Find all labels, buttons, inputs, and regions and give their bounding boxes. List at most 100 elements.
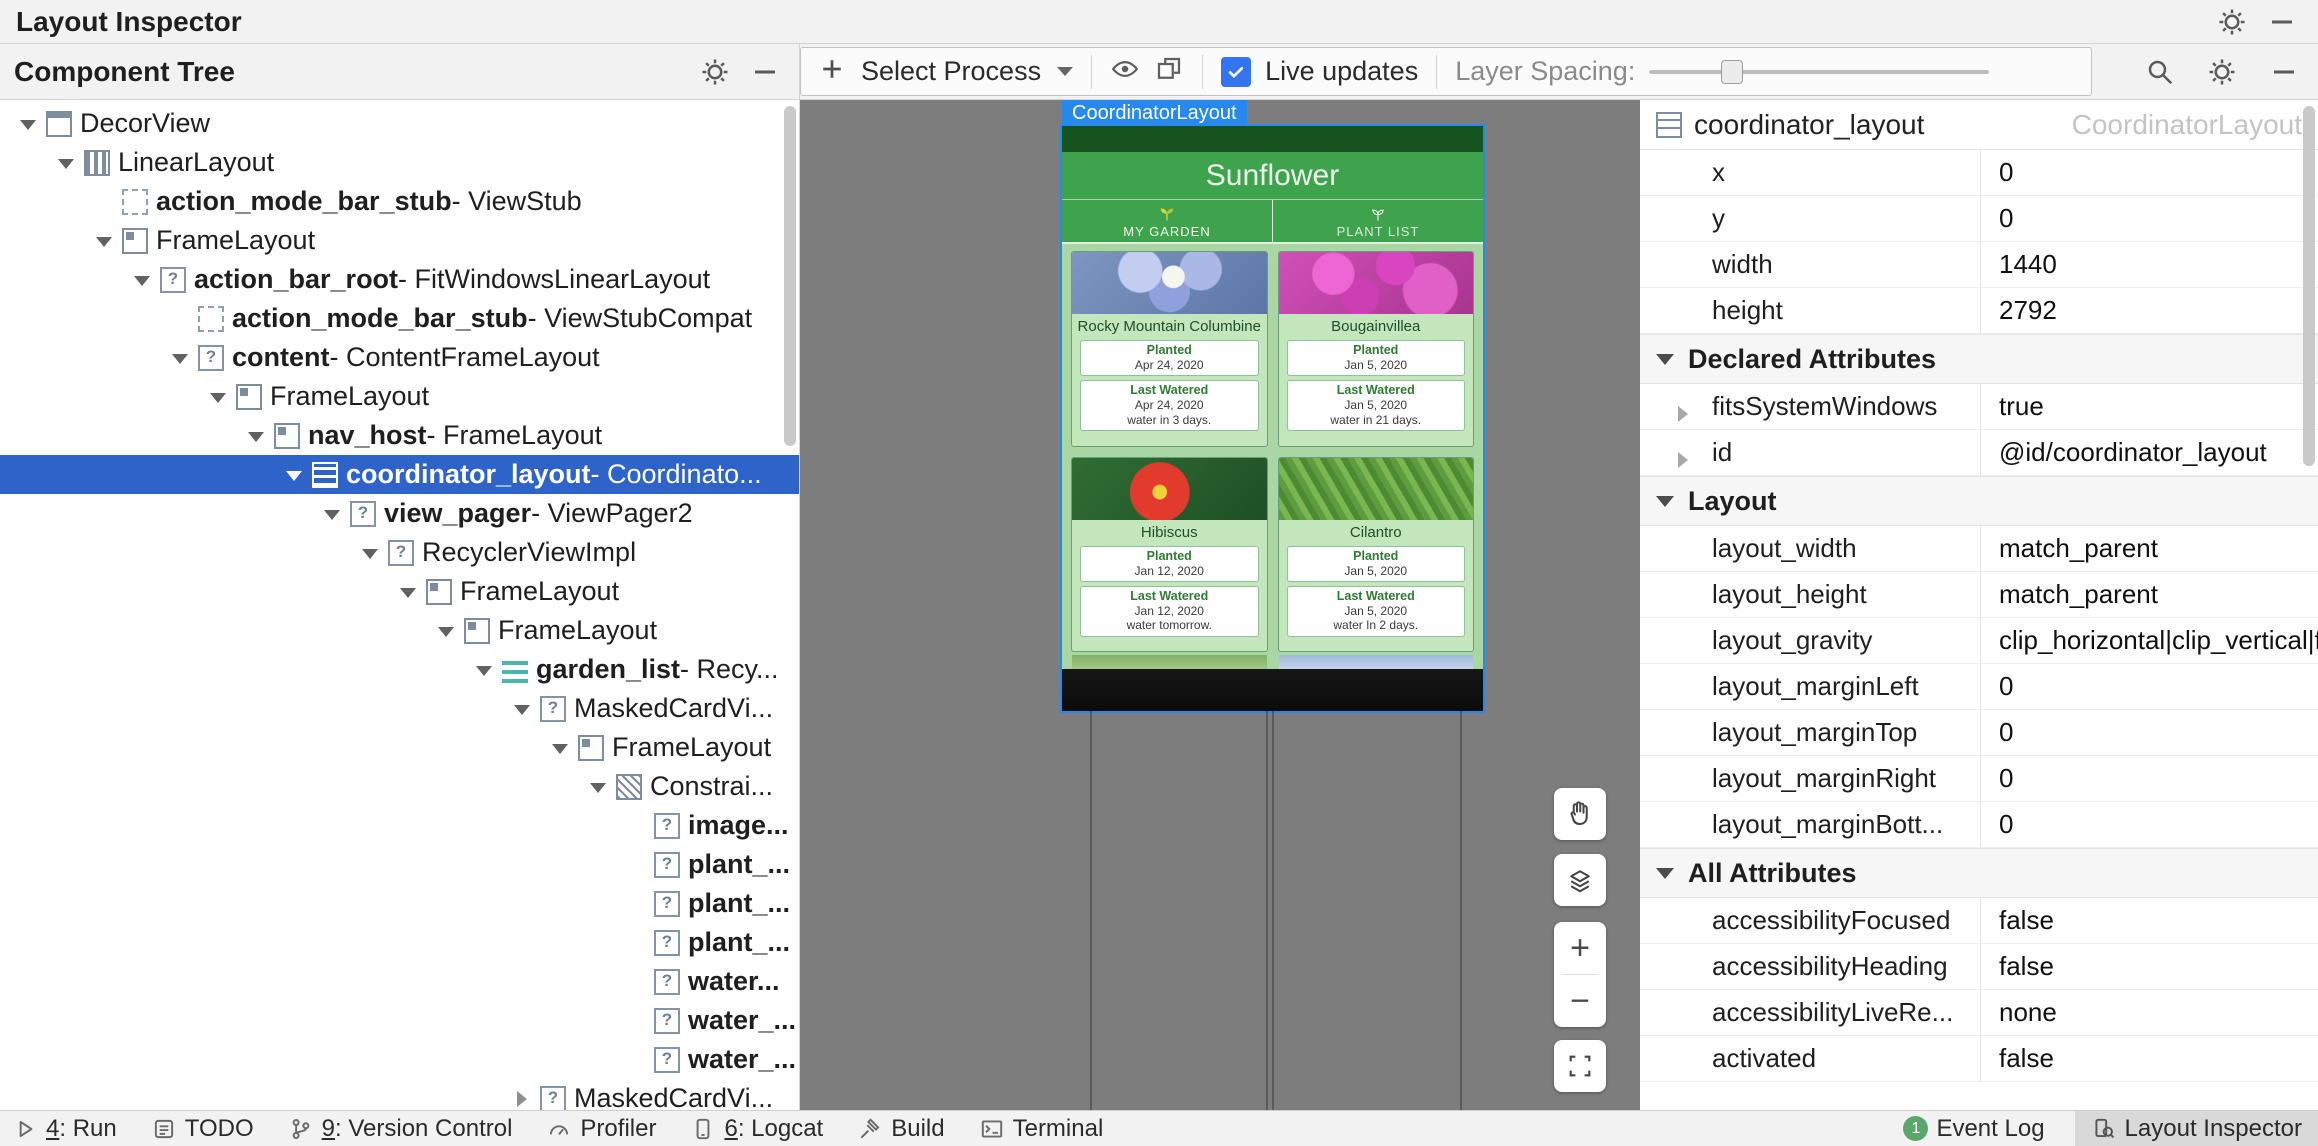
attribute-value[interactable]: false	[1980, 1036, 2318, 1081]
zoom-in-button[interactable]: +	[1554, 922, 1606, 974]
tree-node[interactable]: coordinator_layout - Coordinato...	[0, 455, 799, 494]
hide-window-icon[interactable]	[2262, 3, 2302, 41]
load-overlay-icon[interactable]	[1154, 54, 1184, 89]
attributes-section-header[interactable]: All Attributes	[1640, 848, 2318, 898]
section-collapse-arrow[interactable]	[1656, 354, 1674, 365]
settings-gear-icon[interactable]	[2212, 3, 2252, 41]
tree-node[interactable]: plant_...	[0, 884, 799, 923]
zoom-out-button[interactable]: −	[1554, 975, 1606, 1027]
tree-node[interactable]: water_...	[0, 1040, 799, 1079]
tree-expand-arrow[interactable]	[240, 417, 274, 455]
tree-expand-arrow[interactable]	[12, 105, 46, 143]
tree-expand-arrow[interactable]	[620, 885, 654, 923]
search-icon[interactable]	[2140, 53, 2180, 91]
tree-node[interactable]: image...	[0, 806, 799, 845]
tree-expand-arrow[interactable]	[164, 339, 198, 377]
tree-node[interactable]: RecyclerViewImpl	[0, 533, 799, 572]
tree-node[interactable]: plant_...	[0, 923, 799, 962]
attribute-value[interactable]: match_parent	[1980, 526, 2318, 571]
tree-node[interactable]: action_mode_bar_stub - ViewStubCompat	[0, 299, 799, 338]
tree-node[interactable]: water_...	[0, 1001, 799, 1040]
attribute-value[interactable]: @id/coordinator_layout	[1980, 430, 2318, 475]
attribute-value[interactable]: 0	[1980, 710, 2318, 755]
statusbar-profiler[interactable]: Profiler	[546, 1111, 656, 1146]
tree-node[interactable]: DecorView	[0, 104, 799, 143]
view-options-eye-icon[interactable]	[1110, 54, 1140, 89]
tree-scrollbar[interactable]	[784, 106, 796, 446]
live-updates-checkbox[interactable]	[1221, 57, 1251, 87]
tree-node[interactable]: plant_...	[0, 845, 799, 884]
attribute-value[interactable]: 0	[1980, 150, 2318, 195]
tree-settings-gear-icon[interactable]	[695, 53, 735, 91]
tree-expand-arrow[interactable]	[620, 846, 654, 884]
tree-expand-arrow[interactable]	[620, 1041, 654, 1079]
tree-hide-icon[interactable]	[745, 53, 785, 91]
tree-expand-arrow[interactable]	[506, 1080, 540, 1111]
statusbar-layout-inspector[interactable]: Layout Inspector	[2075, 1111, 2318, 1146]
tree-expand-arrow[interactable]	[430, 612, 464, 650]
attribute-value[interactable]: 0	[1980, 802, 2318, 847]
properties-hide-icon[interactable]	[2264, 53, 2304, 91]
tree-node[interactable]: FrameLayout	[0, 221, 799, 260]
layer-mode-button[interactable]	[1554, 854, 1606, 906]
attribute-value[interactable]: false	[1980, 898, 2318, 943]
device-screenshot[interactable]: Sunflower MY GARDEN PLANT LIST Rocky Mou…	[1062, 126, 1483, 711]
tree-node[interactable]: action_mode_bar_stub - ViewStub	[0, 182, 799, 221]
section-collapse-arrow[interactable]	[1656, 496, 1674, 507]
tree-node[interactable]: Constrai...	[0, 767, 799, 806]
statusbar-terminal[interactable]: Terminal	[979, 1111, 1104, 1146]
tree-expand-arrow[interactable]	[620, 963, 654, 1001]
tree-node[interactable]: MaskedCardVi...	[0, 1079, 799, 1110]
tree-node[interactable]: action_bar_root - FitWindowsLinearLayout	[0, 260, 799, 299]
tree-node[interactable]: FrameLayout	[0, 377, 799, 416]
tree-expand-arrow[interactable]	[392, 573, 426, 611]
tree-expand-arrow[interactable]	[620, 807, 654, 845]
tree-expand-arrow[interactable]	[126, 261, 160, 299]
device-view-panel[interactable]: CoordinatorLayout Sunflower MY GARDEN PL…	[800, 100, 1640, 1110]
tree-node[interactable]: nav_host - FrameLayout	[0, 416, 799, 455]
chevron-down-icon[interactable]	[1057, 67, 1073, 76]
pan-button[interactable]	[1554, 788, 1606, 840]
statusbar-run[interactable]: 4: Run	[12, 1111, 117, 1146]
tree-node[interactable]: garden_list - Recy...	[0, 650, 799, 689]
attribute-value[interactable]: match_parent	[1980, 572, 2318, 617]
tree-expand-arrow[interactable]	[278, 456, 312, 494]
statusbar-build[interactable]: Build	[857, 1111, 944, 1146]
tree-node[interactable]: content - ContentFrameLayout	[0, 338, 799, 377]
attribute-value[interactable]: 0	[1980, 756, 2318, 801]
tree-expand-arrow[interactable]	[620, 924, 654, 962]
tree-expand-arrow[interactable]	[50, 144, 84, 182]
tree-expand-arrow[interactable]	[506, 690, 540, 728]
select-process-dropdown[interactable]: Select Process	[861, 56, 1041, 87]
zoom-fit-button[interactable]	[1554, 1040, 1606, 1092]
statusbar-event-log[interactable]: 1 Event Log	[1903, 1111, 2044, 1146]
tree-node[interactable]: view_pager - ViewPager2	[0, 494, 799, 533]
tree-node[interactable]: FrameLayout	[0, 611, 799, 650]
properties-gear-icon[interactable]	[2202, 53, 2242, 91]
tree-expand-arrow[interactable]	[164, 300, 198, 338]
tree-expand-arrow[interactable]	[468, 651, 502, 689]
tree-expand-arrow[interactable]	[316, 495, 350, 533]
statusbar-logcat[interactable]: 6: Logcat	[690, 1111, 823, 1146]
tree-node[interactable]: LinearLayout	[0, 143, 799, 182]
attributes-section-header[interactable]: Layout	[1640, 476, 2318, 526]
tree-expand-arrow[interactable]	[88, 222, 122, 260]
layer-spacing-thumb[interactable]	[1721, 60, 1743, 84]
tree-expand-arrow[interactable]	[620, 1002, 654, 1040]
statusbar-todo[interactable]: TODO	[151, 1111, 254, 1146]
tree-expand-arrow[interactable]	[88, 183, 122, 221]
tree-expand-arrow[interactable]	[544, 729, 578, 767]
tree-expand-arrow[interactable]	[354, 534, 388, 572]
properties-scrollbar[interactable]	[2303, 106, 2315, 466]
attribute-value[interactable]: 2792	[1980, 288, 2318, 333]
attribute-value[interactable]: 0	[1980, 196, 2318, 241]
attribute-value[interactable]: 1440	[1980, 242, 2318, 287]
attribute-value[interactable]: true	[1980, 384, 2318, 429]
tree-expand-arrow[interactable]	[582, 768, 616, 806]
layer-spacing-slider[interactable]	[1649, 54, 1989, 90]
statusbar-version-control[interactable]: 9: Version Control	[288, 1111, 513, 1146]
section-collapse-arrow[interactable]	[1656, 868, 1674, 879]
attribute-value[interactable]: none	[1980, 990, 2318, 1035]
tree-node[interactable]: water...	[0, 962, 799, 1001]
tree-node[interactable]: FrameLayout	[0, 572, 799, 611]
